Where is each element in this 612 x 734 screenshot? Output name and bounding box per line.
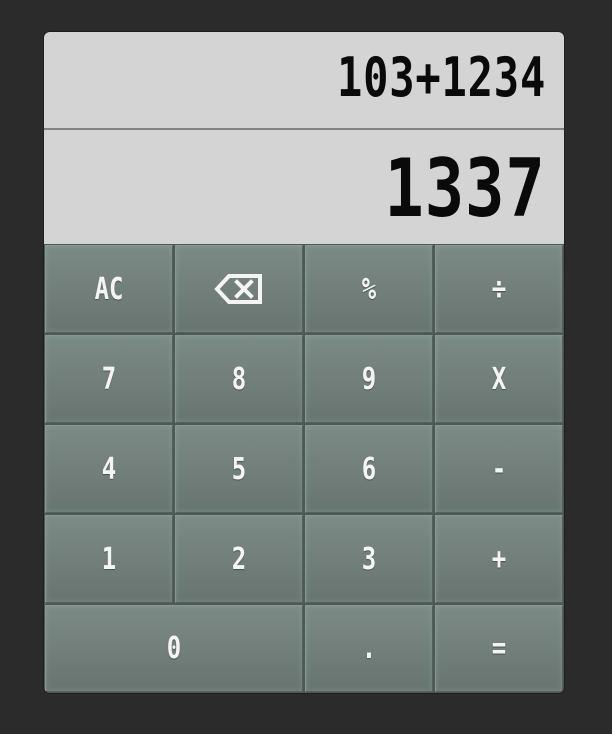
digit-9-button[interactable]: 9	[305, 335, 433, 423]
percent-button[interactable]: %	[305, 245, 433, 333]
backspace-icon	[214, 273, 264, 305]
plus-label: +	[491, 541, 507, 577]
digit-4-button[interactable]: 4	[45, 425, 173, 513]
decimal-label: .	[361, 631, 377, 666]
digit-7-label: 7	[101, 361, 117, 397]
expression-display: 103+1234	[44, 32, 564, 130]
multiply-button[interactable]: X	[435, 335, 563, 423]
digit-6-label: 6	[361, 451, 377, 487]
all-clear-label: AC	[94, 271, 124, 307]
backspace-button[interactable]	[175, 245, 303, 333]
all-clear-button[interactable]: AC	[45, 245, 173, 333]
decimal-button[interactable]: .	[305, 605, 433, 692]
equals-button[interactable]: =	[435, 605, 563, 692]
digit-3-label: 3	[361, 541, 377, 577]
digit-6-button[interactable]: 6	[305, 425, 433, 513]
digit-7-button[interactable]: 7	[45, 335, 173, 423]
digit-2-button[interactable]: 2	[175, 515, 303, 603]
minus-label: -	[491, 451, 507, 487]
expression-text: 103+1234	[336, 46, 546, 109]
digit-8-button[interactable]: 8	[175, 335, 303, 423]
digit-1-label: 1	[101, 541, 117, 577]
plus-button[interactable]: +	[435, 515, 563, 603]
calculator: 103+1234 1337 AC % ÷ 7 8 9 X 4 5 6 - 1 2…	[44, 32, 564, 693]
digit-3-button[interactable]: 3	[305, 515, 433, 603]
digit-9-label: 9	[361, 361, 377, 397]
minus-button[interactable]: -	[435, 425, 563, 513]
multiply-label: X	[491, 361, 507, 397]
digit-0-label: 0	[166, 631, 182, 666]
divide-button[interactable]: ÷	[435, 245, 563, 333]
digit-4-label: 4	[101, 451, 117, 487]
digit-5-button[interactable]: 5	[175, 425, 303, 513]
percent-label: %	[361, 271, 377, 307]
digit-8-label: 8	[231, 361, 247, 397]
digit-1-button[interactable]: 1	[45, 515, 173, 603]
digit-0-button[interactable]: 0	[45, 605, 303, 692]
equals-label: =	[491, 631, 507, 666]
result-display: 1337	[44, 130, 564, 244]
digit-5-label: 5	[231, 451, 247, 487]
digit-2-label: 2	[231, 541, 247, 577]
divide-label: ÷	[491, 271, 507, 307]
result-text: 1337	[384, 142, 546, 235]
keypad: AC % ÷ 7 8 9 X 4 5 6 - 1 2 3 + 0 . =	[44, 244, 564, 693]
